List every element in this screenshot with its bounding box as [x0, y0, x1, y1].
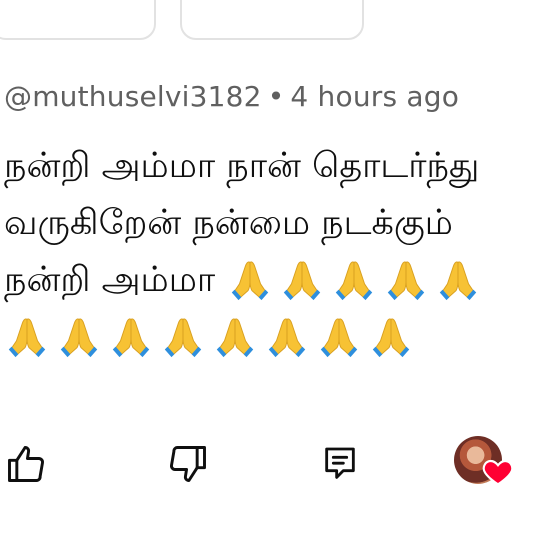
folded-hands-icon [60, 318, 98, 358]
folded-hands-icon [8, 318, 46, 358]
folded-hands-icon [387, 261, 425, 301]
comment-line-1: நன்றி அம்மா நான் தொடர்ந்து [4, 146, 480, 186]
comment-line-3-text: நன்றி அம்மா [4, 260, 216, 300]
folded-hands-icon [372, 318, 410, 358]
folded-hands-icon [216, 318, 254, 358]
top-chip-right[interactable] [180, 0, 364, 40]
folded-hands-icon [320, 318, 358, 358]
comment-line-4 [4, 309, 560, 366]
comment-timestamp: 4 hours ago [290, 80, 460, 113]
comment-line-2: வருகிறேன் நன்மை நடக்கும் [4, 203, 453, 243]
folded-hands-icon [231, 261, 269, 301]
dislike-button[interactable] [164, 440, 212, 488]
thumbs-up-icon [8, 446, 44, 482]
reply-comment-icon [325, 447, 355, 479]
emoji-row-line-4 [4, 315, 420, 361]
top-chip-left[interactable] [0, 0, 156, 40]
emoji-row-line-3 [227, 258, 487, 304]
comment-view: @muthuselvi3182 • 4 hours ago நன்றி அம்மா … [0, 0, 560, 560]
comment-author[interactable]: @muthuselvi3182 [4, 80, 262, 113]
like-button[interactable] [2, 440, 50, 488]
folded-hands-icon [283, 261, 321, 301]
comment-text: நன்றி அம்மா நான் தொடர்ந்து வருகிறேன் நன்… [4, 138, 560, 366]
comment-header: @muthuselvi3182 • 4 hours ago [4, 80, 459, 113]
folded-hands-icon [439, 261, 477, 301]
comment-line-3: நன்றி அம்மா [4, 252, 560, 309]
reply-button[interactable] [316, 440, 364, 488]
folded-hands-icon [112, 318, 150, 358]
creator-heart-icon [482, 459, 514, 486]
folded-hands-icon [164, 318, 202, 358]
thumbs-down-icon [170, 446, 206, 482]
creator-heart-badge[interactable] [452, 432, 516, 496]
folded-hands-icon [268, 318, 306, 358]
meta-separator: • [267, 80, 285, 113]
comment-action-bar [0, 430, 560, 500]
folded-hands-icon [335, 261, 373, 301]
